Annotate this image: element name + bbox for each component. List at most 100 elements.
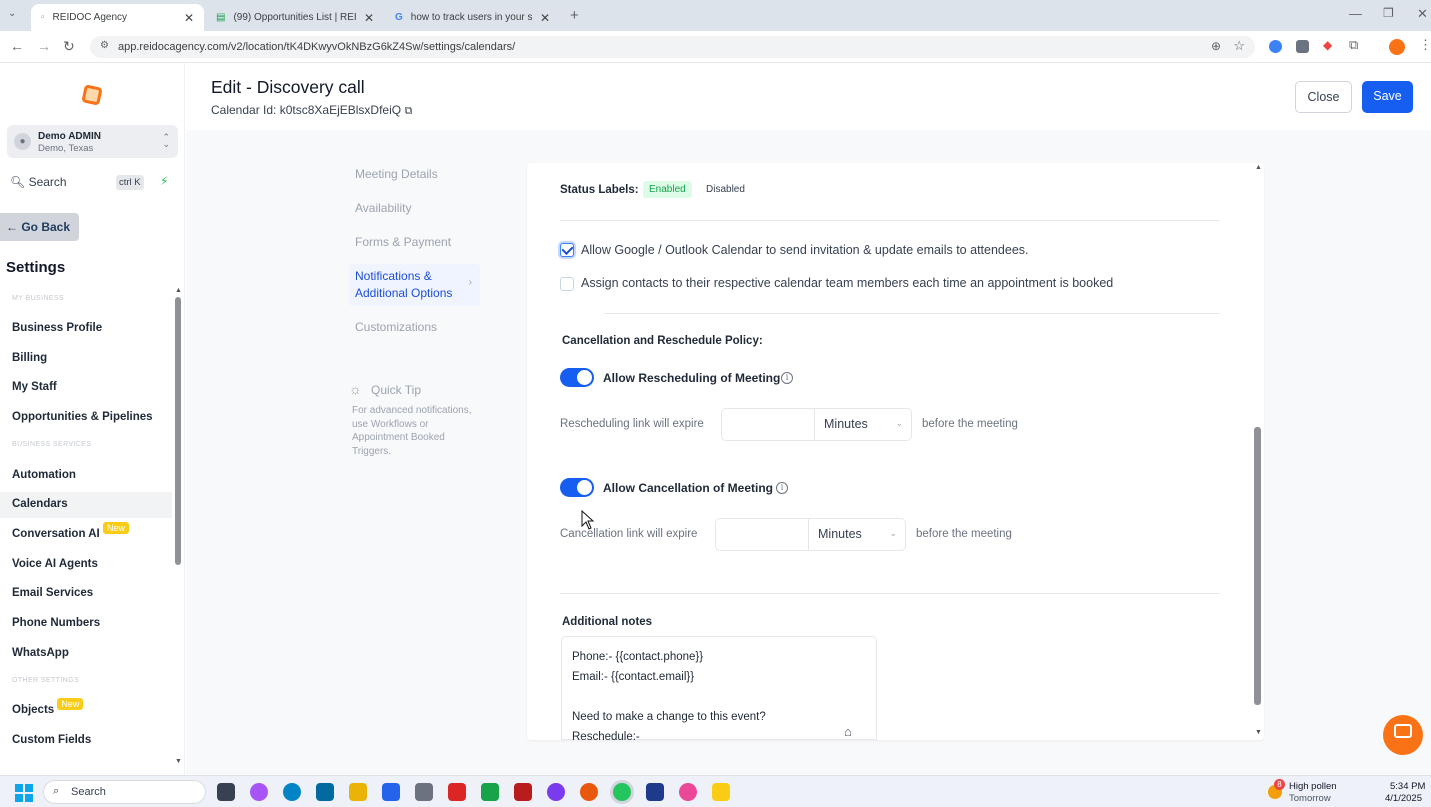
file-explorer-icon[interactable] <box>349 783 367 801</box>
browser-tab-google[interactable]: G how to track users in your saas ✕ <box>385 4 560 31</box>
nav-notifications-additional[interactable]: Notifications & Additional Options › <box>349 264 480 306</box>
allow-calendar-invites-checkbox[interactable] <box>560 243 574 257</box>
browser-menu-icon[interactable]: ⋮ <box>1419 37 1431 53</box>
copilot-icon[interactable] <box>250 783 268 801</box>
sidebar-item-whatsapp[interactable]: WhatsApp <box>12 647 69 659</box>
sidebar-scrollbar[interactable] <box>175 297 181 565</box>
close-button[interactable]: Close <box>1295 81 1352 113</box>
bookmark-star-icon[interactable]: ☆ <box>1233 38 1245 54</box>
word-icon[interactable] <box>382 783 400 801</box>
app-z-icon[interactable] <box>514 783 532 801</box>
outlook-icon[interactable] <box>316 783 334 801</box>
task-view-icon[interactable] <box>217 783 235 801</box>
allow-rescheduling-toggle[interactable] <box>560 368 594 387</box>
allow-cancellation-toggle[interactable] <box>560 478 594 497</box>
tab-favicon-icon: ▫ <box>41 12 45 23</box>
new-tab-icon[interactable]: + <box>570 7 579 24</box>
save-button[interactable]: Save <box>1362 81 1413 113</box>
tab-favicon-icon: ▤ <box>216 12 226 23</box>
nav-forms-payment[interactable]: Forms & Payment <box>355 235 451 249</box>
scroll-down-arrow-icon[interactable]: ▼ <box>1255 729 1262 736</box>
sidebar-item-voice-ai-agents[interactable]: Voice AI Agents <box>12 558 98 570</box>
additional-notes-textarea[interactable]: Phone:- {{contact.phone}} Email:- {{cont… <box>561 636 877 743</box>
tag-icon[interactable]: ⌂ <box>844 724 852 739</box>
allow-cancellation-label: Allow Cancellation of Meeting <box>603 481 774 495</box>
tab-close-icon[interactable]: ✕ <box>364 11 374 25</box>
chrome-icon[interactable] <box>613 783 631 801</box>
content-scrollbar[interactable] <box>1254 427 1261 705</box>
reschedule-expire-label: Rescheduling link will expire <box>560 418 704 430</box>
sidebar-item-custom-fields[interactable]: Custom Fields <box>12 734 91 746</box>
slack-icon[interactable] <box>547 783 565 801</box>
sidebar-item-automation[interactable]: Automation <box>12 469 76 481</box>
scroll-down-arrow-icon[interactable]: ▼ <box>175 758 182 765</box>
tab-close-icon[interactable]: ✕ <box>540 11 550 25</box>
sidebar-item-phone-numbers[interactable]: Phone Numbers <box>12 617 100 629</box>
reload-icon[interactable]: ↻ <box>63 38 75 55</box>
taskbar-search[interactable]: ⌕ Search <box>43 780 206 804</box>
copy-icon[interactable]: ⧉ <box>404 105 412 117</box>
notes-line: Email:- {{contact.email}} <box>572 671 695 683</box>
close-window-icon[interactable]: ✕ <box>1417 6 1428 22</box>
sidebar-item-conversation-ai[interactable]: Conversation AI New <box>12 522 129 540</box>
sidebar-item-billing[interactable]: Billing <box>12 352 47 364</box>
sidebar-item-objects[interactable]: Objects New <box>12 698 84 716</box>
extension-icon[interactable]: ◆ <box>1323 38 1332 52</box>
tab-title: (99) Opportunities List | REIDOC <box>233 12 356 23</box>
reschedule-unit-select[interactable]: Minutes ⌄ <box>815 408 912 441</box>
go-back-button[interactable]: ← Go Back <box>0 213 79 241</box>
sidebar-item-my-staff[interactable]: My Staff <box>12 381 57 393</box>
tab-list-chevron-icon[interactable]: ⌄ <box>8 8 16 19</box>
back-arrow-icon[interactable]: ← <box>10 38 24 54</box>
scroll-up-arrow-icon[interactable]: ▲ <box>175 287 182 294</box>
windows-start-icon[interactable] <box>15 784 33 802</box>
restore-window-icon[interactable]: ❐ <box>1383 6 1394 20</box>
profile-avatar[interactable] <box>1389 39 1405 55</box>
assign-contacts-checkbox[interactable] <box>560 277 574 291</box>
firefox-icon[interactable] <box>580 783 598 801</box>
tab-close-icon[interactable]: ✕ <box>184 11 194 25</box>
powerpoint-icon[interactable] <box>448 783 466 801</box>
info-icon[interactable]: i <box>776 482 788 494</box>
extension-icon[interactable] <box>1296 40 1309 53</box>
excel-icon[interactable] <box>481 783 499 801</box>
cancel-unit-select[interactable]: Minutes ⌄ <box>809 518 906 551</box>
clickup-icon[interactable] <box>679 783 697 801</box>
account-switcher[interactable]: ● Demo ADMIN Demo, Texas ⌃ ⌄ <box>7 125 178 158</box>
forward-arrow-icon[interactable]: → <box>37 38 51 54</box>
extension-icon[interactable] <box>1269 40 1282 53</box>
quick-action-bolt-icon[interactable]: ⚡︎ <box>160 174 168 188</box>
sticky-notes-icon[interactable] <box>712 783 730 801</box>
nav-customizations[interactable]: Customizations <box>355 320 437 334</box>
sidebar-search[interactable]: 🔍︎ Search <box>10 175 67 189</box>
edge-browser-icon[interactable] <box>283 783 301 801</box>
sidebar-item-business-profile[interactable]: Business Profile <box>12 322 102 334</box>
nav-notifications-label: Notifications & Additional Options <box>355 269 453 300</box>
sidebar-item-opportunities-pipelines[interactable]: Opportunities & Pipelines <box>12 411 153 423</box>
chat-bubble-icon <box>1394 724 1412 738</box>
reschedule-after-label: before the meeting <box>922 418 1018 430</box>
scroll-up-arrow-icon[interactable]: ▲ <box>1255 164 1262 171</box>
info-icon[interactable]: i <box>781 372 793 384</box>
calculator-icon[interactable] <box>415 783 433 801</box>
app-icon[interactable] <box>646 783 664 801</box>
quick-tip-title: Quick Tip <box>371 383 422 397</box>
nav-meeting-details[interactable]: Meeting Details <box>355 167 438 181</box>
search-shortcut-badge: ctrl K <box>116 175 144 190</box>
sidebar-item-calendars[interactable]: Calendars <box>12 498 68 510</box>
cancel-expire-input[interactable] <box>715 518 809 551</box>
tab-title: how to track users in your saas <box>410 12 532 23</box>
reschedule-expire-input[interactable] <box>721 408 815 441</box>
chat-widget-button[interactable] <box>1383 715 1423 755</box>
minimize-window-icon[interactable]: — <box>1349 6 1362 21</box>
additional-notes-heading: Additional notes <box>562 616 653 628</box>
address-bar[interactable]: ⚙ app.reidocagency.com/v2/location/tK4DK… <box>90 36 1255 58</box>
sidebar-item-email-services[interactable]: Email Services <box>12 587 93 599</box>
browser-tab-opportunities[interactable]: ▤ (99) Opportunities List | REIDOC ✕ <box>206 4 384 31</box>
site-info-icon[interactable]: ⚙ <box>100 40 109 51</box>
nav-availability[interactable]: Availability <box>355 201 411 215</box>
zoom-icon[interactable]: ⊕ <box>1211 39 1221 53</box>
app-logo <box>81 84 103 106</box>
browser-tab-reidoc[interactable]: ▫ REIDOC Agency ✕ <box>31 4 204 31</box>
extensions-puzzle-icon[interactable]: ⧉ <box>1349 37 1358 53</box>
